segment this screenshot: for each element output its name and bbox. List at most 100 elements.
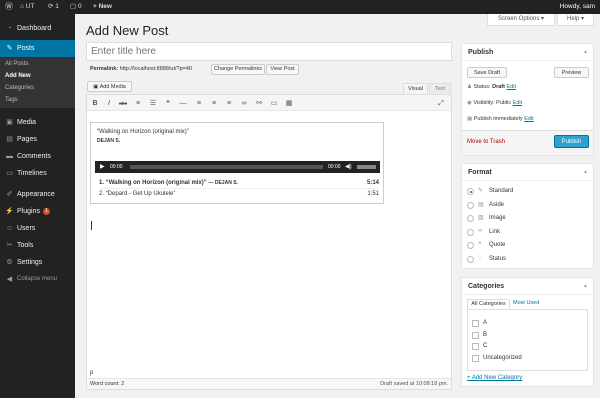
comments-link[interactable]: ▢ 0: [70, 0, 82, 14]
play-icon[interactable]: ▶: [100, 163, 105, 170]
tab-most-used[interactable]: Most Used: [513, 299, 539, 309]
pin-icon: ✎: [6, 45, 13, 52]
menu-settings[interactable]: ⚙ Settings: [0, 254, 75, 271]
view-post-button[interactable]: View Post: [266, 64, 299, 75]
menu-tools[interactable]: ✂ Tools: [0, 237, 75, 254]
submenu-add-new[interactable]: Add New: [0, 71, 75, 82]
tools-icon: ✂: [6, 242, 13, 249]
post-title-input[interactable]: [86, 42, 452, 61]
horizontal-rule-icon[interactable]: —: [178, 99, 188, 109]
format-radio[interactable]: [467, 188, 474, 195]
submenu-all-posts[interactable]: All Posts: [0, 59, 75, 70]
new-content-link[interactable]: + New: [93, 0, 112, 14]
read-more-icon[interactable]: ▭: [269, 99, 279, 109]
progress-bar[interactable]: [130, 165, 323, 169]
strikethrough-icon[interactable]: abc: [118, 99, 128, 109]
menu-posts[interactable]: ✎ Posts: [0, 40, 75, 57]
categories-box-header[interactable]: Categories ▲: [462, 278, 593, 295]
howdy-user[interactable]: Howdy, sam: [560, 0, 595, 14]
unlink-icon[interactable]: ⚯: [254, 99, 264, 109]
format-radio[interactable]: [467, 242, 474, 249]
editor-statusbar: Word count: 2 Draft saved at 10:08:18 pm…: [87, 378, 451, 389]
volume-slider[interactable]: [357, 165, 376, 169]
fullscreen-icon[interactable]: ⤢: [436, 99, 446, 109]
menu-timelines[interactable]: ▭ Timelines: [0, 165, 75, 182]
edit-schedule-link[interactable]: Edit: [524, 116, 533, 122]
link-icon[interactable]: ∞: [239, 99, 249, 109]
tab-text[interactable]: Text: [429, 83, 451, 94]
menu-plugins[interactable]: ⚡ Plugins 1: [0, 203, 75, 220]
format-option-label: Status: [489, 255, 507, 262]
save-draft-button[interactable]: Save Draft: [467, 67, 507, 78]
add-media-button[interactable]: ▣ Add Media: [87, 81, 132, 92]
visibility-label: Visibility:: [473, 100, 495, 106]
publish-button[interactable]: Publish: [554, 135, 589, 148]
numbered-list-icon[interactable]: ☰: [148, 99, 158, 109]
format-option-label: Image: [489, 215, 506, 221]
track-number: 2.: [99, 191, 105, 197]
collapse-menu[interactable]: ◀ Collapse menu: [0, 271, 75, 288]
volume-icon[interactable]: ◀): [345, 163, 352, 170]
publish-box: Publish ▲ Save Draft Preview ♟ Status: Dr…: [461, 43, 594, 156]
site-name-link[interactable]: ⌂ UT: [20, 0, 34, 14]
menu-pages[interactable]: ▤ Pages: [0, 131, 75, 148]
format-radio[interactable]: [467, 228, 474, 236]
image-icon: ▨: [478, 215, 484, 221]
word-count: Word count: 2: [90, 381, 125, 387]
edit-visibility-link[interactable]: Edit: [513, 100, 522, 106]
menu-media[interactable]: ▣ Media: [0, 114, 75, 131]
tab-all-categories[interactable]: All Categories: [467, 299, 510, 309]
format-radio[interactable]: [467, 201, 474, 209]
menu-label: Users: [17, 225, 36, 232]
preview-button[interactable]: Preview: [554, 67, 589, 78]
permalink-url[interactable]: http://localhost:8888/ut/?p=40: [120, 66, 192, 72]
collapse-arrow-icon[interactable]: ▲: [583, 164, 588, 181]
appearance-icon: ✐: [6, 191, 13, 198]
bold-icon[interactable]: B: [90, 99, 100, 109]
category-label: Uncategorized: [483, 354, 522, 361]
playlist-item[interactable]: 2. “Depard - Get Up Ukulele” 1:51: [99, 191, 379, 200]
wordpress-icon[interactable]: Ⓦ: [5, 0, 13, 14]
collapse-arrow-icon[interactable]: ▲: [583, 44, 588, 61]
publish-box-header[interactable]: Publish ▲: [462, 44, 593, 61]
menu-label: Appearance: [17, 191, 55, 198]
format-radio[interactable]: [467, 215, 474, 222]
playlist-item[interactable]: 1. “Walking on Horizon (original mix)” —…: [99, 180, 379, 189]
tab-visual[interactable]: Visual: [403, 83, 428, 94]
submenu-tags[interactable]: Tags: [0, 95, 75, 106]
audio-playlist[interactable]: “Walking on Horizon (original mix)” DEJA…: [90, 122, 384, 204]
screen-options-button[interactable]: Screen Options ▾: [487, 14, 555, 26]
collapse-icon: ◀: [6, 276, 13, 283]
updates-link[interactable]: ⟳ 1: [48, 0, 59, 14]
menu-dashboard[interactable]: ◔ Dashboard: [0, 20, 75, 37]
category-checkbox[interactable]: [472, 320, 479, 327]
menu-appearance[interactable]: ✐ Appearance: [0, 186, 75, 203]
submenu-categories[interactable]: Categories: [0, 83, 75, 94]
align-center-icon[interactable]: ≡: [209, 99, 219, 109]
menu-label: Media: [17, 119, 37, 126]
category-checkbox[interactable]: [472, 343, 479, 350]
format-box-header[interactable]: Format ▲: [462, 164, 593, 181]
collapse-arrow-icon[interactable]: ▲: [583, 278, 588, 295]
help-button[interactable]: Help ▾: [557, 14, 594, 26]
toolbar-toggle-icon[interactable]: ▦: [284, 99, 294, 109]
calendar-icon: ▦: [467, 116, 473, 122]
bullet-list-icon[interactable]: ≡: [133, 99, 143, 109]
playlist-current-title: “Walking on Horizon (original mix)”: [97, 129, 189, 135]
menu-comments[interactable]: ▬ Comments: [0, 148, 75, 165]
align-right-icon[interactable]: ≡: [224, 99, 234, 109]
italic-icon[interactable]: I: [104, 99, 114, 109]
move-to-trash-link[interactable]: Move to Trash: [467, 139, 505, 145]
blockquote-icon[interactable]: ❝: [163, 99, 173, 109]
category-checkbox[interactable]: [472, 354, 479, 362]
align-left-icon[interactable]: ≡: [194, 99, 204, 109]
publish-actions: Move to Trash Publish: [462, 130, 593, 155]
format-radio[interactable]: [467, 255, 474, 263]
menu-label: Tools: [17, 242, 34, 249]
edit-status-link[interactable]: Edit: [507, 84, 516, 90]
status-pin-icon: ♟: [467, 84, 472, 90]
category-checkbox[interactable]: [472, 331, 479, 339]
change-permalinks-button[interactable]: Change Permalinks: [211, 64, 265, 75]
menu-users[interactable]: ☺ Users: [0, 220, 75, 237]
add-new-category-link[interactable]: + Add New Category: [467, 375, 522, 381]
